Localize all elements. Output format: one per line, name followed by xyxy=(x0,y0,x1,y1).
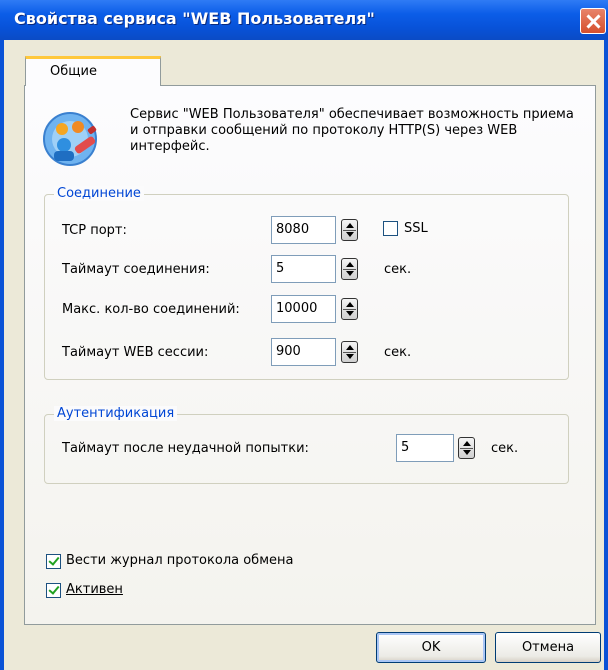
active-label: Активен xyxy=(66,582,123,597)
connection-legend: Соединение xyxy=(54,186,144,201)
max-connections-label: Макс. кол-во соединений: xyxy=(62,302,240,317)
close-icon[interactable] xyxy=(580,8,606,34)
web-users-icon xyxy=(43,112,97,166)
web-session-timeout-label: Таймаут WEB сессии: xyxy=(62,345,209,360)
connection-timeout-label: Таймаут соединения: xyxy=(62,262,210,277)
ssl-label: SSL xyxy=(404,221,428,236)
tab-general-label: Общие xyxy=(50,64,97,79)
log-protocol-checkbox[interactable] xyxy=(46,554,61,569)
active-checkbox[interactable] xyxy=(46,583,61,598)
log-protocol-label: Вести журнал протокола обмена xyxy=(66,553,294,568)
window-title: Свойства сервиса "WEB Пользователя" xyxy=(14,9,375,28)
web-session-timeout-spinner[interactable] xyxy=(341,341,358,363)
tcp-port-input[interactable]: 8080 xyxy=(271,216,336,244)
connection-timeout-unit: сек. xyxy=(384,262,412,277)
connection-timeout-input[interactable]: 5 xyxy=(271,255,336,283)
title-bar[interactable]: Свойства сервиса "WEB Пользователя" xyxy=(0,0,608,40)
auth-legend: Аутентификация xyxy=(54,406,178,421)
cancel-button[interactable]: Отмена xyxy=(495,632,601,663)
auth-fail-timeout-input[interactable]: 5 xyxy=(396,434,454,462)
connection-timeout-spinner[interactable] xyxy=(341,258,358,280)
ok-button[interactable]: OK xyxy=(376,632,486,663)
max-connections-input[interactable]: 10000 xyxy=(271,295,336,323)
service-description: Сервис "WEB Пользователя" обеспечивает в… xyxy=(130,107,574,154)
web-session-timeout-unit: сек. xyxy=(384,345,412,360)
ssl-checkbox[interactable] xyxy=(383,221,398,236)
auth-fail-timeout-label: Таймаут после неудачной попытки: xyxy=(62,441,309,456)
tab-general[interactable]: Общие xyxy=(25,56,161,86)
auth-fail-timeout-unit: сек. xyxy=(491,441,519,456)
tcp-port-spinner[interactable] xyxy=(341,219,358,241)
tcp-port-label: TCP порт: xyxy=(62,223,127,238)
web-session-timeout-input[interactable]: 900 xyxy=(271,338,336,366)
max-connections-spinner[interactable] xyxy=(341,298,358,320)
auth-fail-timeout-spinner[interactable] xyxy=(458,437,475,459)
